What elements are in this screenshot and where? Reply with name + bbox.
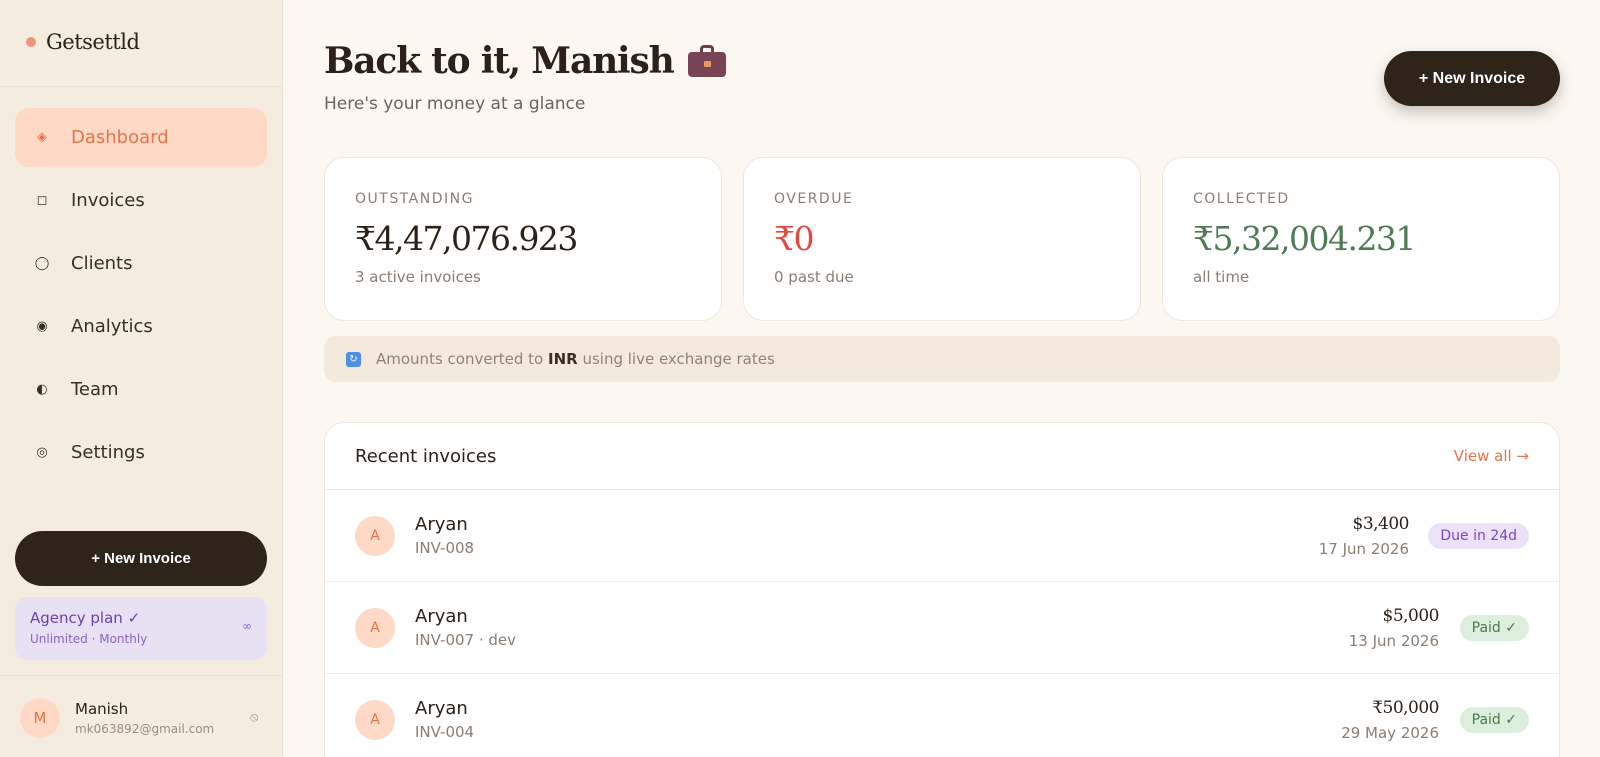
recent-invoices-panel: Recent invoices View all → A Aryan INV-0…: [324, 422, 1560, 757]
divider: [0, 86, 283, 87]
view-all-link[interactable]: View all →: [1454, 447, 1529, 465]
invoice-id: INV-007 · dev: [415, 631, 517, 649]
avatar: A: [355, 607, 395, 648]
stat-value: ₹0: [774, 219, 815, 258]
divider: [0, 675, 283, 676]
sidebar: Getsettld ◈ Dashboard ◻ Invoices ◯ Clien…: [0, 0, 283, 757]
stat-label: OUTSTANDING: [355, 191, 474, 207]
new-invoice-button[interactable]: + New Invoice: [1384, 51, 1560, 106]
fx-prefix: Amounts converted to: [376, 350, 544, 368]
main-content: Back to it, Manish Here's your money at …: [284, 0, 1600, 757]
brand[interactable]: Getsettld: [26, 30, 140, 54]
sidebar-new-invoice-button[interactable]: + New Invoice: [15, 531, 267, 586]
avatar: A: [355, 699, 395, 740]
exchange-rate-notice: ↻ Amounts converted to INR using live ex…: [324, 336, 1560, 382]
recent-invoices-header: Recent invoices View all →: [325, 423, 1559, 490]
avatar: M: [20, 698, 60, 738]
invoice-id: INV-008: [415, 539, 475, 557]
sidebar-nav: ◈ Dashboard ◻ Invoices ◯ Clients ◉ Analy…: [15, 108, 267, 486]
stat-label: COLLECTED: [1193, 191, 1290, 207]
user-profile[interactable]: M Manish mk063892@gmail.com: [20, 698, 214, 738]
status-badge: Due in 24d: [1428, 522, 1529, 549]
client-name: Aryan: [415, 698, 468, 719]
invoice-amount: $5,000: [1382, 605, 1440, 626]
stat-sub: 3 active invoices: [355, 268, 481, 286]
list-item[interactable]: A Aryan INV-004 ₹50,000 29 May 2026 Paid…: [325, 674, 1559, 757]
sidebar-item-label: Settings: [71, 442, 145, 463]
page-title: Back to it, Manish: [324, 40, 675, 82]
section-title: Recent invoices: [355, 445, 497, 467]
plan-card[interactable]: Agency plan ✓ Unlimited · Monthly ∞: [15, 597, 267, 660]
infinity-icon: ∞: [242, 619, 252, 633]
concentric-circle-icon: ◎: [36, 445, 48, 460]
status-badge: Paid ✓: [1459, 706, 1529, 733]
target-icon: ◉: [36, 319, 48, 334]
half-circle-icon: ◐: [36, 382, 48, 397]
plan-subtitle: Unlimited · Monthly: [30, 632, 148, 646]
stat-sub: 0 past due: [774, 268, 854, 286]
greeting: Back to it, Manish: [324, 40, 726, 82]
sidebar-item-invoices[interactable]: ◻ Invoices: [15, 171, 267, 230]
stat-card-outstanding: OUTSTANDING ₹4,47,076.923 3 active invoi…: [324, 157, 722, 321]
sidebar-item-label: Team: [71, 379, 119, 400]
stat-value: ₹5,32,004.231: [1193, 219, 1416, 258]
sidebar-item-label: Clients: [71, 253, 133, 274]
user-email: mk063892@gmail.com: [75, 722, 215, 736]
sidebar-item-dashboard[interactable]: ◈ Dashboard: [15, 108, 267, 167]
list-item[interactable]: A Aryan INV-007 · dev $5,000 13 Jun 2026…: [325, 582, 1559, 674]
stat-card-overdue: OVERDUE ₹0 0 past due: [743, 157, 1141, 321]
page-subtitle: Here's your money at a glance: [324, 94, 586, 114]
list-item[interactable]: A Aryan INV-008 $3,400 17 Jun 2026 Due i…: [325, 490, 1559, 582]
invoice-date: 13 Jun 2026: [1348, 631, 1439, 650]
status-badge: Paid ✓: [1459, 614, 1529, 641]
stat-value: ₹4,47,076.923: [355, 219, 578, 258]
sidebar-item-settings[interactable]: ◎ Settings: [15, 423, 267, 482]
stat-sub: all time: [1193, 268, 1250, 286]
user-name: Manish: [75, 700, 129, 718]
circle-icon: ◯: [34, 256, 50, 271]
client-name: Aryan: [415, 514, 468, 535]
invoice-date: 29 May 2026: [1341, 723, 1439, 742]
sidebar-item-analytics[interactable]: ◉ Analytics: [15, 297, 267, 356]
brand-name: Getsettld: [46, 30, 140, 54]
plan-title: Agency plan ✓: [30, 609, 141, 627]
sidebar-item-label: Analytics: [71, 316, 153, 337]
diamond-icon: ◈: [37, 130, 47, 145]
fx-currency: INR: [547, 350, 578, 368]
avatar: A: [355, 515, 395, 556]
sidebar-item-label: Dashboard: [71, 127, 169, 148]
briefcase-icon: [687, 45, 726, 77]
fx-suffix: using live exchange rates: [582, 350, 775, 368]
logout-icon[interactable]: ⦸: [250, 710, 258, 725]
invoice-date: 17 Jun 2026: [1318, 539, 1409, 558]
square-icon: ◻: [36, 193, 48, 208]
invoice-amount: ₹50,000: [1372, 697, 1439, 718]
brand-dot-icon: [26, 37, 36, 47]
invoice-amount: $3,400: [1352, 513, 1410, 534]
sidebar-item-label: Invoices: [71, 190, 145, 211]
refresh-icon: ↻: [346, 351, 361, 367]
sidebar-item-team[interactable]: ◐ Team: [15, 360, 267, 419]
stat-label: OVERDUE: [774, 191, 854, 207]
invoice-id: INV-004: [415, 723, 475, 741]
sidebar-item-clients[interactable]: ◯ Clients: [15, 234, 267, 293]
stat-card-collected: COLLECTED ₹5,32,004.231 all time: [1162, 157, 1560, 321]
client-name: Aryan: [415, 606, 468, 627]
